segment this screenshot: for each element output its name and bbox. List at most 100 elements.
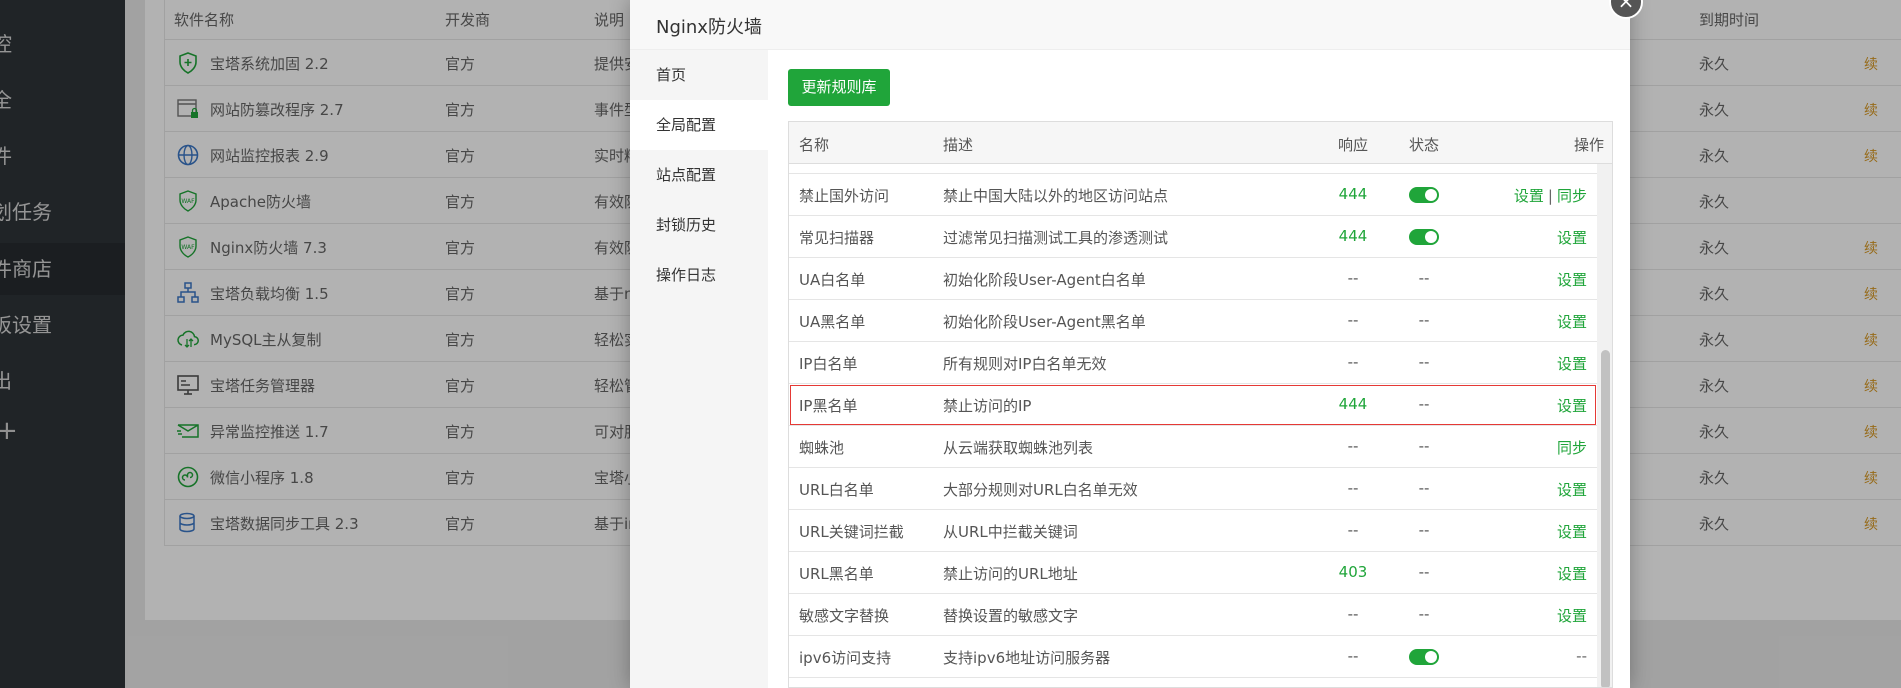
rule-name: IP黑名单 (799, 397, 858, 415)
rule-name: ipv6访问支持 (799, 649, 892, 667)
settings-link[interactable]: 设置 (1557, 271, 1587, 289)
ops-cell: 设置 (1557, 227, 1587, 248)
rule-response[interactable]: 444 (1329, 185, 1377, 203)
settings-link[interactable]: 设置 (1557, 481, 1587, 499)
ops-cell: 设置 (1557, 269, 1587, 290)
ops-cell: 设置 (1557, 395, 1587, 416)
col-resp: 响应 (1338, 136, 1369, 154)
settings-link[interactable]: 设置 (1557, 565, 1587, 583)
rule-desc: 支持ipv6地址访问服务器 (943, 649, 1111, 667)
modal-tab[interactable]: 封锁历史 (630, 200, 768, 250)
status-text: -- (1418, 311, 1430, 329)
rule-status (1397, 647, 1451, 665)
rule-status: -- (1397, 395, 1451, 413)
rule-status (1397, 185, 1451, 203)
rule-response: -- (1347, 605, 1359, 623)
ops-cell: 设置 | 同步 (1513, 187, 1587, 205)
status-text: -- (1418, 479, 1430, 497)
rule-desc: 替换设置的敏感文字 (943, 607, 1079, 625)
settings-link[interactable]: 设置 (1557, 313, 1587, 331)
rules-row: UA白名单 初始化阶段User-Agent白名单 -- -- 设置 (789, 258, 1597, 300)
rule-name: IP白名单 (799, 355, 858, 373)
rule-response: -- (1347, 479, 1359, 497)
rule-status: -- (1397, 311, 1451, 329)
rules-row: URL关键词拦截 从URL中拦截关键词 -- -- 设置 (789, 510, 1597, 552)
rules-row: UA黑名单 初始化阶段User-Agent黑名单 -- -- 设置 (789, 300, 1597, 342)
modal-tabs: 首页 全局配置 站点配置 封锁历史 操作日志 (630, 50, 768, 688)
status-text: -- (1418, 437, 1430, 455)
rules-row: IP白名单 所有规则对IP白名单无效 -- -- 设置 (789, 342, 1597, 384)
rule-name: 敏感文字替换 (799, 607, 890, 625)
ops-cell: 设置 (1557, 353, 1587, 374)
modal-tab[interactable]: 站点配置 (630, 150, 768, 200)
rule-response: -- (1347, 647, 1359, 665)
scrollbar-thumb[interactable] (1601, 350, 1610, 687)
rule-name: 禁止国外访问 (799, 187, 890, 205)
settings-link[interactable]: 设置 (1557, 607, 1587, 625)
status-toggle[interactable] (1409, 648, 1439, 665)
update-rules-button[interactable]: 更新规则库 (788, 69, 890, 106)
rule-status: -- (1397, 437, 1451, 455)
settings-link[interactable]: 设置 (1557, 229, 1587, 247)
rule-name: URL黑名单 (799, 565, 874, 583)
rule-desc: 从云端获取蜘蛛池列表 (943, 439, 1094, 457)
rule-desc: 初始化阶段User-Agent黑名单 (943, 313, 1146, 331)
settings-link[interactable]: 设置 (1557, 397, 1587, 415)
settings-link[interactable]: 设置 (1557, 523, 1587, 541)
col-ops: 操作 (1573, 136, 1604, 154)
settings-link[interactable]: 设置 (1557, 355, 1587, 373)
rules-table-header: 名称 描述 响应 状态 操作 (789, 122, 1612, 164)
rules-table: 名称 描述 响应 状态 操作 禁止国外访问 禁止中国大陆以外的地区访问站点 444 设… (788, 121, 1613, 688)
rule-name: URL白名单 (799, 481, 874, 499)
rule-response: -- (1347, 521, 1359, 539)
rule-response: -- (1347, 269, 1359, 287)
rule-response: -- (1347, 437, 1359, 455)
rule-desc: 初始化阶段User-Agent白名单 (943, 271, 1146, 289)
rules-row: ipv6访问支持 支持ipv6地址访问服务器 -- -- (789, 636, 1597, 678)
rule-response[interactable]: 444 (1329, 395, 1377, 413)
status-text: -- (1418, 353, 1430, 371)
settings-link[interactable]: 设置 (1514, 187, 1544, 205)
modal-tab[interactable]: 首页 (630, 50, 768, 100)
rules-row: URL白名单 大部分规则对URL白名单无效 -- -- 设置 (789, 468, 1597, 510)
col-status: 状态 (1409, 136, 1440, 154)
rule-desc: 禁止访问的URL地址 (943, 565, 1078, 583)
rule-response: -- (1347, 311, 1359, 329)
rule-response[interactable]: 403 (1329, 563, 1377, 581)
sync-link[interactable]: 同步 (1557, 187, 1587, 205)
rules-scrollbar[interactable] (1597, 164, 1612, 687)
modal-tab[interactable]: 操作日志 (630, 250, 768, 300)
rule-desc: 禁止访问的IP (943, 397, 1032, 415)
ops-cell: 同步 (1557, 437, 1587, 458)
status-toggle[interactable] (1409, 186, 1439, 203)
rule-desc: 从URL中拦截关键词 (943, 523, 1078, 541)
rule-name: UA黑名单 (799, 313, 866, 331)
status-text: -- (1418, 521, 1430, 539)
ops-cell: 设置 (1557, 563, 1587, 584)
rule-desc: 大部分规则对URL白名单无效 (943, 481, 1138, 499)
rule-desc: 过滤常见扫描测试工具的渗透测试 (943, 229, 1169, 247)
ops-cell: 设置 (1557, 479, 1587, 500)
modal-tab[interactable]: 全局配置 (630, 100, 768, 150)
ops-cell: 设置 (1557, 311, 1587, 332)
rules-row-partial (789, 164, 1597, 174)
ops-cell: 设置 (1557, 521, 1587, 542)
ops-none: -- (1576, 647, 1587, 665)
rule-status (1397, 227, 1451, 245)
status-toggle[interactable] (1409, 228, 1439, 245)
rule-response[interactable]: 444 (1329, 227, 1377, 245)
rule-response: -- (1347, 353, 1359, 371)
status-text: -- (1418, 563, 1430, 581)
rules-row: 禁止国外访问 禁止中国大陆以外的地区访问站点 444 设置 | 同步 (789, 174, 1597, 216)
rules-row: 蜘蛛池 从云端获取蜘蛛池列表 -- -- 同步 (789, 426, 1597, 468)
rules-row: IP黑名单 禁止访问的IP 444 -- 设置 (789, 384, 1597, 426)
rules-table-body[interactable]: 禁止国外访问 禁止中国大陆以外的地区访问站点 444 设置 | 同步 常见扫描器 过滤常见扫描… (789, 164, 1597, 687)
rules-row: 常见扫描器 过滤常见扫描测试工具的渗透测试 444 设置 (789, 216, 1597, 258)
sync-link[interactable]: 同步 (1557, 439, 1587, 457)
col-name: 名称 (799, 136, 830, 154)
rule-name: 常见扫描器 (799, 229, 875, 247)
rule-status: -- (1397, 353, 1451, 371)
status-text: -- (1418, 395, 1430, 413)
rules-row: URL黑名单 禁止访问的URL地址 403 -- 设置 (789, 552, 1597, 594)
rule-status: -- (1397, 521, 1451, 539)
